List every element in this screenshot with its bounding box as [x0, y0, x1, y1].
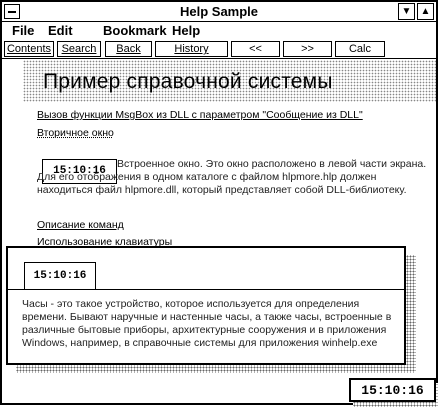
menu-help[interactable]: Help	[172, 23, 200, 38]
popup-window[interactable]: 15:10:16 Часы - это такое устройство, ко…	[6, 246, 406, 365]
commands-link[interactable]: Описание команд	[37, 219, 124, 231]
browse-forward-button[interactable]: >>	[283, 41, 332, 57]
back-button[interactable]: Back	[105, 41, 152, 57]
browse-back-button[interactable]: <<	[231, 41, 280, 57]
contents-button[interactable]: Contents	[4, 41, 54, 57]
help-window: Help Sample ▼ ▲ File Edit Bookmark Help …	[0, 0, 438, 407]
dll-call-link[interactable]: Вызов функции MsgBox из DLL с параметром…	[37, 109, 363, 121]
minimize-button[interactable]: ▼	[398, 3, 415, 20]
calc-button[interactable]: Calc	[335, 41, 385, 57]
popup-clock: 15:10:16	[24, 262, 96, 290]
topic-content: Вызов функции MsgBox из DLL с параметром…	[23, 105, 436, 265]
menu-edit[interactable]: Edit	[48, 23, 73, 38]
search-button[interactable]: Search	[57, 41, 101, 57]
menu-bookmark[interactable]: Bookmark	[103, 23, 167, 38]
secondary-window-link[interactable]: Вторичное окно	[37, 127, 114, 139]
button-bar: Contents Search Back History << >> Calc	[2, 39, 436, 59]
popup-divider	[8, 289, 404, 290]
title-bar[interactable]: Help Sample ▼ ▲	[2, 2, 436, 22]
menu-bar: File Edit Bookmark Help	[2, 22, 436, 39]
maximize-button[interactable]: ▲	[417, 3, 434, 20]
popup-text: Часы - это такое устройство, которое исп…	[22, 298, 392, 349]
history-button[interactable]: History	[155, 41, 228, 57]
bottom-clock: 15:10:16	[349, 378, 436, 402]
window-title: Help Sample	[179, 4, 259, 19]
page-title: Пример справочной системы	[43, 70, 333, 93]
embedded-window-text: Встроенное окно. Это окно расположено в …	[37, 158, 427, 196]
menu-file[interactable]: File	[12, 23, 34, 38]
